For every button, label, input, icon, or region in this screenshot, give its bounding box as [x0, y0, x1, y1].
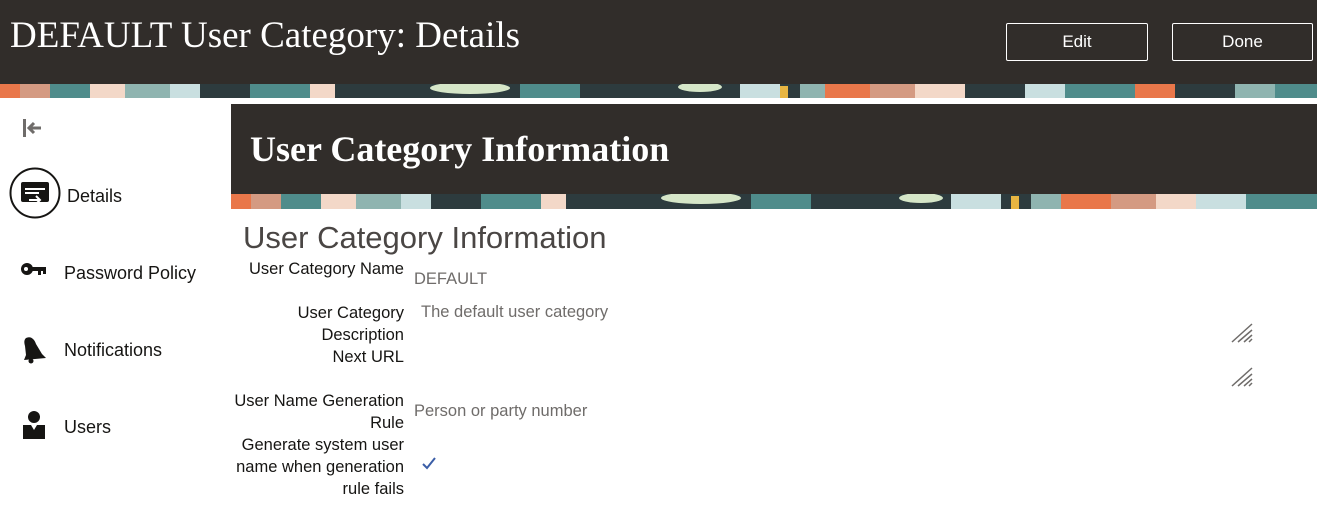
page-title: DEFAULT User Category: Details	[10, 15, 521, 56]
section-header: User Category Information	[231, 104, 1317, 194]
sidebar-item-users[interactable]: Users	[0, 400, 225, 456]
form-title: User Category Information	[243, 220, 607, 255]
page-header: DEFAULT User Category: Details Edit Done	[0, 0, 1317, 84]
next-url-label: Next URL	[332, 348, 404, 366]
sidebar-item-label: Details	[67, 186, 123, 206]
generate-system-user-name-label: Generate system user name when generatio…	[236, 436, 404, 498]
details-card-icon	[9, 167, 61, 219]
user-category-name-label: User Category Name	[249, 260, 404, 278]
resize-handle-icon[interactable]	[1230, 366, 1254, 388]
user-name-generation-rule-label: User Name Generation Rule	[234, 392, 404, 432]
sidebar-item-label: Password Policy	[64, 263, 197, 283]
sidebar-item-password-policy[interactable]: Password Policy	[0, 246, 225, 302]
user-category-description-label: User Category Description	[297, 304, 404, 344]
user-icon	[21, 410, 47, 440]
user-name-generation-rule-value: Person or party number	[414, 402, 588, 420]
done-button[interactable]: Done	[1172, 23, 1313, 61]
resize-handle-icon[interactable]	[1230, 322, 1254, 344]
decorative-banner	[231, 194, 1317, 209]
key-icon	[20, 260, 48, 278]
checkmark-icon	[421, 455, 437, 471]
sidebar-item-notifications[interactable]: Notifications	[0, 322, 225, 378]
edit-button[interactable]: Edit	[1006, 23, 1148, 61]
collapse-left-icon[interactable]	[22, 118, 44, 138]
user-category-description-value: The default user category	[421, 303, 609, 321]
user-category-name-value: DEFAULT	[414, 270, 488, 288]
section-title: User Category Information	[250, 129, 670, 169]
sidebar-item-details[interactable]: Details	[0, 166, 225, 222]
sidebar-item-label: Users	[64, 417, 112, 437]
bell-icon	[20, 334, 48, 364]
decorative-banner	[0, 84, 1317, 98]
sidebar-item-label: Notifications	[64, 340, 163, 360]
